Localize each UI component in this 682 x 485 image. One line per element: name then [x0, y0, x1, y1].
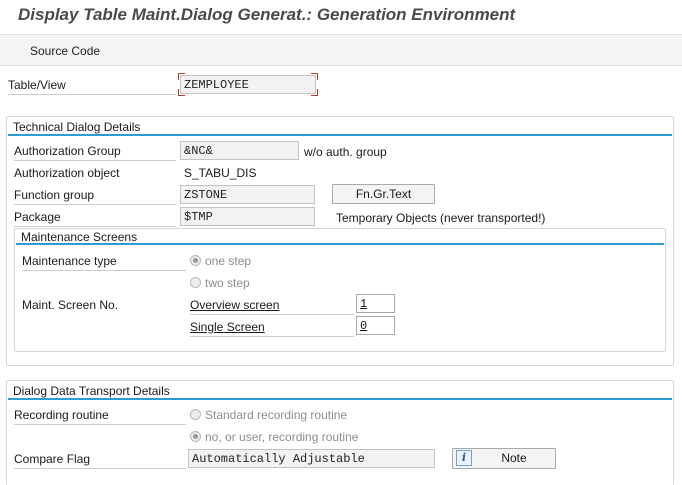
auth-group-note: w/o auth. group [304, 145, 387, 159]
table-view-label: Table/View [8, 77, 176, 95]
two-step-label: two step [205, 276, 250, 290]
application-toolbar: Source Code [0, 34, 682, 66]
overview-screen-link[interactable]: Overview screen [190, 297, 354, 315]
info-icon: i [456, 450, 472, 466]
one-step-label: one step [205, 254, 252, 268]
transport-group-divider [8, 398, 672, 400]
maintenance-type-label: Maintenance type [22, 253, 186, 271]
authorization-object-label: Authorization object [14, 166, 120, 180]
maint-screen-no-label: Maint. Screen No. [22, 298, 119, 312]
table-view-field[interactable]: ZEMPLOYEE [180, 75, 316, 94]
overview-screen-value: 1 [360, 297, 368, 311]
single-screen-value: 0 [360, 319, 368, 333]
authorization-object-value: S_TABU_DIS [184, 166, 257, 180]
source-code-button[interactable]: Source Code [30, 44, 100, 58]
recording-routine-label: Recording routine [14, 407, 186, 425]
package-label: Package [14, 209, 176, 227]
authorization-group-label: Authorization Group [14, 143, 176, 161]
no-user-recording-radio[interactable] [190, 431, 201, 442]
function-group-text-button[interactable]: Fn.Gr.Text [332, 184, 435, 204]
focus-corner-br [311, 89, 318, 96]
maintenance-group-divider [16, 243, 664, 245]
note-button-label: Note [501, 451, 527, 465]
single-screen-field[interactable]: 0 [356, 316, 395, 335]
package-field[interactable]: $TMP [180, 207, 315, 226]
authorization-group-field[interactable]: &NC& [180, 141, 299, 160]
standard-recording-radio[interactable] [190, 409, 201, 420]
note-button[interactable]: i Note [452, 448, 556, 469]
one-step-radio[interactable] [190, 255, 201, 266]
overview-screen-field[interactable]: 1 [356, 294, 395, 313]
focus-corner-bl [178, 89, 185, 96]
compare-flag-label: Compare Flag [14, 451, 186, 469]
maintenance-group-title: Maintenance Screens [21, 230, 138, 244]
two-step-radio[interactable] [190, 277, 201, 288]
compare-flag-field[interactable]: Automatically Adjustable [188, 449, 435, 468]
page-title: Display Table Maint.Dialog Generat.: Gen… [18, 5, 516, 24]
focus-corner-tr [311, 73, 318, 80]
function-group-field[interactable]: ZSTONE [180, 185, 315, 204]
technical-group-divider [8, 134, 672, 136]
single-screen-link[interactable]: Single Screen [190, 319, 354, 337]
focus-corner-tl [178, 73, 185, 80]
package-note: Temporary Objects (never transported!) [336, 211, 546, 225]
transport-group-title: Dialog Data Transport Details [13, 384, 170, 398]
technical-group-title: Technical Dialog Details [13, 120, 141, 134]
standard-recording-label: Standard recording routine [205, 408, 348, 422]
no-user-recording-label: no, or user, recording routine [205, 430, 359, 444]
function-group-label: Function group [14, 187, 176, 205]
